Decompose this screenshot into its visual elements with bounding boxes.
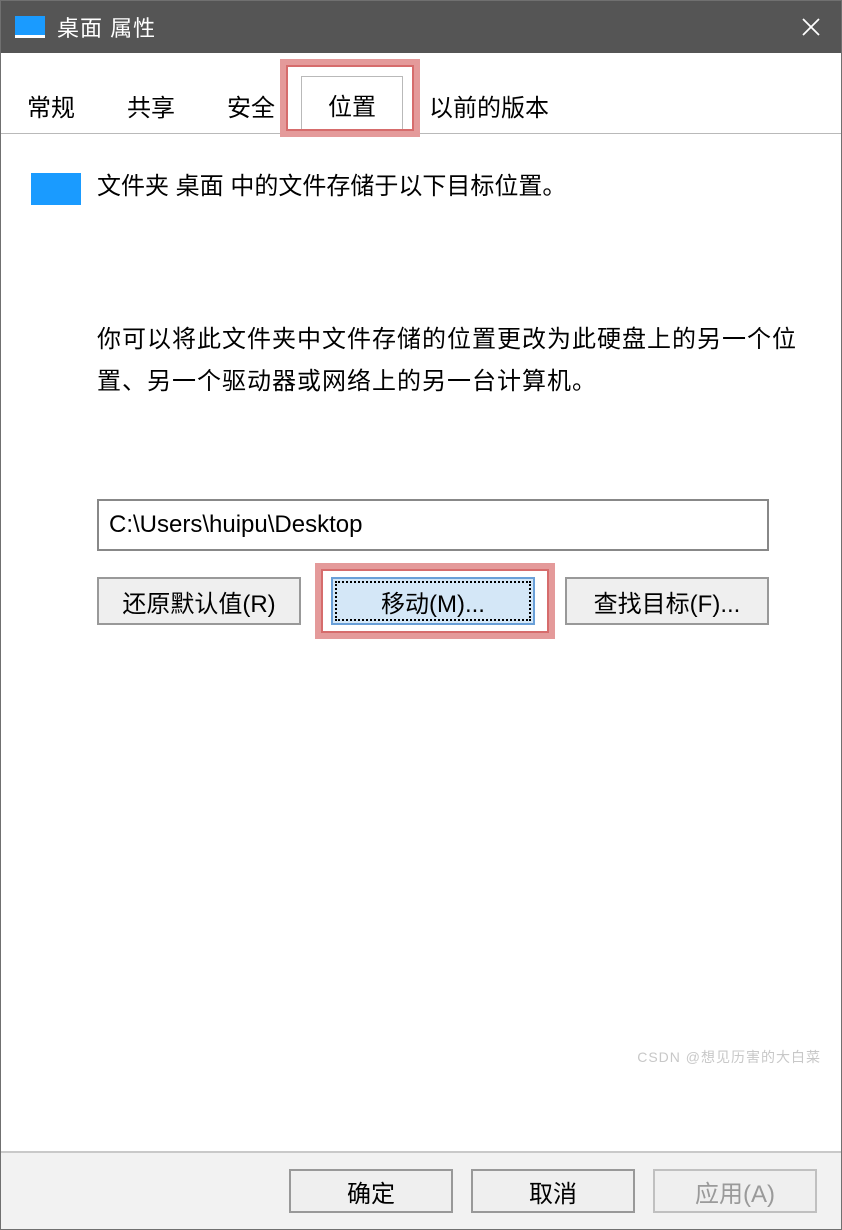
desktop-icon: [15, 16, 45, 38]
apply-button[interactable]: 应用(A): [653, 1169, 817, 1213]
cancel-button[interactable]: 取消: [471, 1169, 635, 1213]
tab-previous-versions[interactable]: 以前的版本: [403, 78, 575, 133]
close-button[interactable]: [781, 1, 841, 53]
tab-security[interactable]: 安全: [201, 78, 301, 133]
find-target-button[interactable]: 查找目标(F)...: [565, 577, 769, 625]
tabstrip: 常规 共享 安全 位置 以前的版本: [1, 53, 841, 133]
intro-row: 文件夹 桌面 中的文件存储于以下目标位置。: [31, 171, 811, 209]
watermark-text: CSDN @想见历害的大白菜: [637, 1047, 821, 1067]
close-icon: [802, 18, 820, 36]
move-button[interactable]: 移动(M)...: [331, 577, 535, 625]
tab-general[interactable]: 常规: [1, 78, 101, 133]
properties-dialog: 桌面 属性 常规 共享 安全 位置 以前的版本 文件夹 桌面 中的文件存储于以下…: [0, 0, 842, 1230]
restore-defaults-button[interactable]: 还原默认值(R): [97, 577, 301, 625]
content-area: 文件夹 桌面 中的文件存储于以下目标位置。 你可以将此文件夹中文件存储的位置更改…: [1, 133, 841, 1151]
desktop-folder-icon: [31, 173, 81, 209]
tab-share[interactable]: 共享: [101, 78, 201, 133]
tab-location[interactable]: 位置: [301, 76, 403, 133]
intro-text: 文件夹 桌面 中的文件存储于以下目标位置。: [97, 171, 566, 203]
ok-button[interactable]: 确定: [289, 1169, 453, 1213]
dialog-footer: 确定 取消 应用(A): [1, 1151, 841, 1229]
titlebar: 桌面 属性: [1, 1, 841, 53]
window-title: 桌面 属性: [57, 11, 156, 43]
action-button-row: 还原默认值(R) 移动(M)... 查找目标(F)...: [97, 577, 811, 625]
explain-text: 你可以将此文件夹中文件存储的位置更改为此硬盘上的另一个位置、另一个驱动器或网络上…: [31, 319, 811, 403]
location-path-input[interactable]: [97, 499, 769, 551]
